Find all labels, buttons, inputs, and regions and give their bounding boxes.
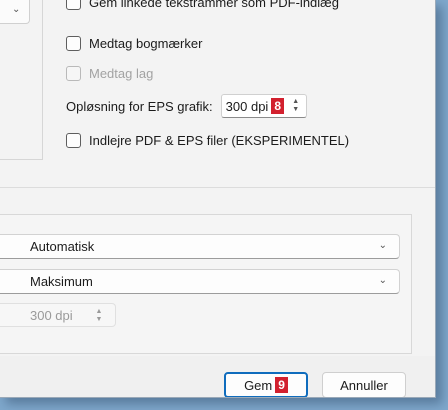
- save-button-badge: 9: [275, 377, 288, 393]
- eps-resolution-spinner[interactable]: 300 dpi 8 ▲ ▼: [220, 94, 307, 118]
- embed-pdf-eps-option[interactable]: Indlejre PDF & EPS filer (EKSPERIMENTEL): [66, 130, 349, 150]
- left-dropdown[interactable]: ⌄: [0, 0, 30, 24]
- embed-text-frames-option[interactable]: Gem linkede tekstrammer som PDF-indlæg: [66, 0, 339, 12]
- eps-resolution-badge: 8: [271, 98, 285, 114]
- image-options-panel: Automatisk ⌄ Maksimum ⌄ 300 dpi ▲ ▼: [0, 214, 412, 354]
- save-button-label: Gem: [244, 377, 273, 393]
- image-dpi-spinner: 300 dpi ▲ ▼: [0, 303, 116, 327]
- chevron-down-icon: ⌄: [12, 4, 21, 15]
- left-column: ⌄: [0, 0, 43, 160]
- embed-text-frames-label: Gem linkede tekstrammer som PDF-indlæg: [89, 0, 339, 10]
- cancel-button[interactable]: Annuller: [322, 372, 406, 397]
- compression-select[interactable]: Automatisk ⌄: [0, 234, 400, 259]
- include-bookmarks-option[interactable]: Medtag bogmærker: [66, 33, 202, 53]
- embed-pdf-eps-checkbox[interactable]: [66, 132, 81, 148]
- embed-text-frames-checkbox[interactable]: [66, 0, 81, 10]
- eps-resolution-label: Opløsning for EPS grafik:: [66, 98, 213, 114]
- include-bookmarks-checkbox[interactable]: [66, 35, 81, 51]
- spin-updown-icon[interactable]: ▲ ▼: [290, 98, 302, 114]
- include-layers-checkbox: [66, 65, 81, 81]
- export-dialog: ⌄ Gem linkede tekstrammer som PDF-indlæg…: [0, 0, 436, 398]
- include-layers-option: Medtag lag: [66, 63, 153, 83]
- include-layers-label: Medtag lag: [89, 65, 154, 81]
- eps-resolution-row: Opløsning for EPS grafik: 300 dpi 8 ▲ ▼: [66, 94, 307, 118]
- cancel-button-label: Annuller: [340, 377, 388, 393]
- chevron-down-icon: ⌄: [378, 240, 387, 251]
- quality-select[interactable]: Maksimum ⌄: [0, 269, 400, 294]
- spin-updown-icon: ▲ ▼: [95, 308, 103, 323]
- quality-select-value: Maksimum: [30, 274, 93, 289]
- save-button[interactable]: Gem 9: [224, 372, 308, 397]
- compression-select-value: Automatisk: [30, 239, 95, 254]
- include-bookmarks-label: Medtag bogmærker: [89, 35, 203, 51]
- chevron-down-icon: ⌄: [378, 275, 387, 286]
- image-dpi-value: 300 dpi: [30, 307, 73, 323]
- pdf-options-panel: ⌄ Gem linkede tekstrammer som PDF-indlæg…: [0, 0, 435, 188]
- dialog-footer: Gem 9 Annuller: [0, 356, 435, 397]
- embed-pdf-eps-label: Indlejre PDF & EPS filer (EKSPERIMENTEL): [89, 132, 350, 148]
- eps-resolution-value: 300 dpi: [225, 98, 269, 114]
